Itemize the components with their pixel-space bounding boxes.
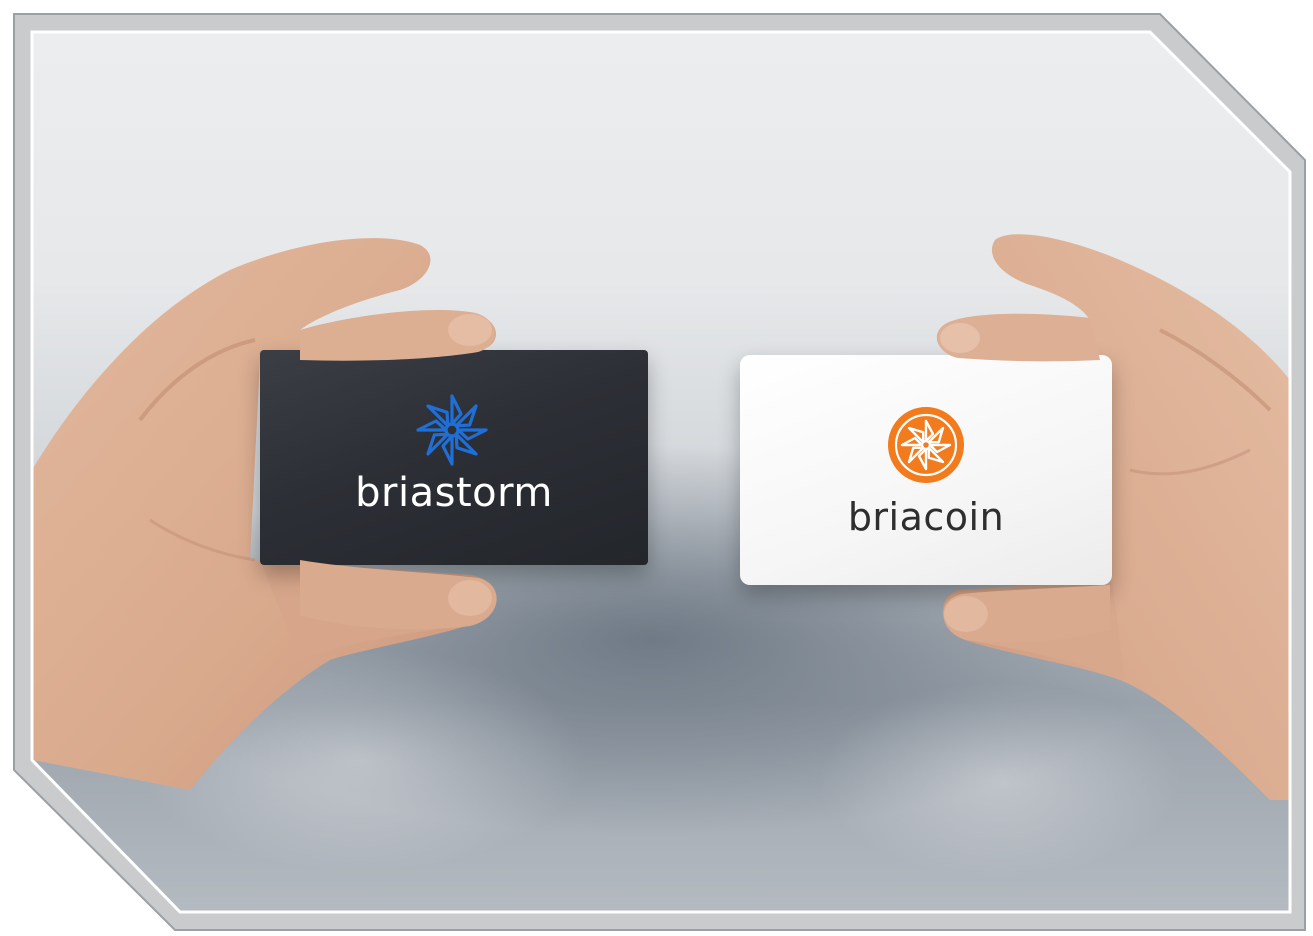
photo-scene: briastorm briacoin xyxy=(0,0,1313,936)
photo-background: briastorm briacoin xyxy=(32,32,1290,912)
thumbs-overlay xyxy=(300,310,1110,643)
